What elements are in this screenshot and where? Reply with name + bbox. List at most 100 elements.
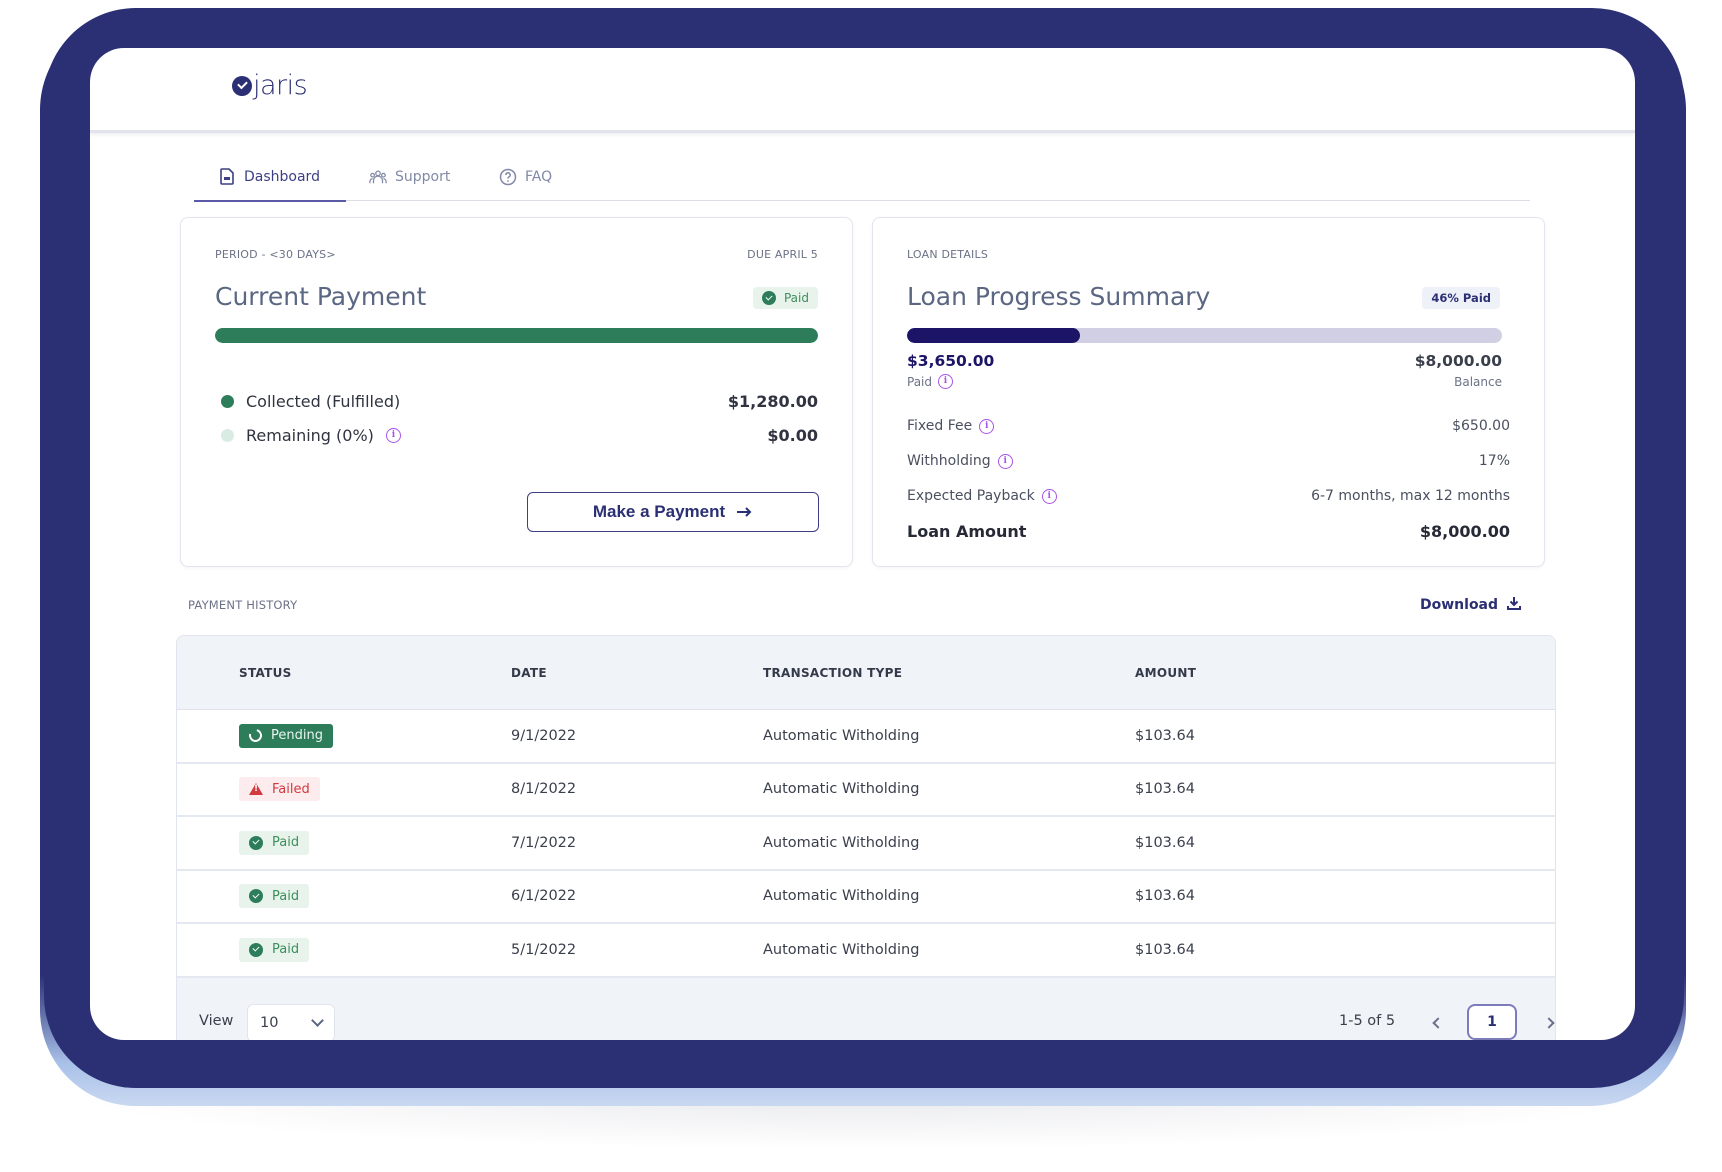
fixed-fee-row: Fixed Fee i $650.00 [907,418,1510,434]
percent-paid-badge: 46% Paid [1422,287,1500,309]
row-value: $8,000.00 [1419,522,1510,541]
col-date: DATE [511,666,547,680]
check-circle-icon [761,291,776,305]
cell-amount: $103.64 [1135,781,1195,798]
col-transaction-type: TRANSACTION TYPE [763,666,903,680]
cell-date: 7/1/2022 [511,834,577,851]
loan-progress-bar [907,328,1502,343]
table-body: Pending 9/1/2022 Automatic Witholding $103.… [177,710,1555,978]
tab-label: Dashboard [244,168,320,185]
cell-transaction-type: Automatic Witholding [763,781,920,798]
loan-progress-fill [907,328,1080,343]
paid-amount: $3,650.00 [907,352,995,370]
info-icon[interactable]: i [997,453,1013,469]
col-status: STATUS [239,666,292,680]
chevron-left-icon [1432,1017,1444,1029]
status-label: Pending [271,728,323,744]
tab-support[interactable]: Support [369,152,450,201]
current-payment-card: PERIOD - <30 DAYS> DUE APRIL 5 Current P… [180,217,853,567]
rows-per-page-select[interactable]: 10 [247,1004,335,1040]
loan-amount-row: Loan Amount $8,000.00 [907,522,1510,541]
question-circle-icon [499,168,517,186]
table-row: Paid 7/1/2022 Automatic Witholding $103.64 [177,817,1555,871]
document-icon [218,168,236,186]
paid-label-text: Paid [907,374,933,389]
row-label: Expected Payback [907,488,1035,504]
warning-icon [249,783,263,796]
table-footer: View 10 1-5 of 5 1 [177,992,1555,1040]
chevron-down-icon [311,1014,324,1027]
cell-amount: $103.64 [1135,888,1195,905]
cell-transaction-type: Automatic Witholding [763,834,920,851]
row-label: Loan Amount [907,522,1027,541]
app-header: jaris [90,48,1635,133]
make-payment-button[interactable]: Make a Payment [527,492,819,532]
info-icon[interactable]: i [979,418,995,434]
paid-label: Paid i [907,374,954,389]
status-label: Paid [272,835,300,851]
legend-label: Remaining (0%) [246,426,374,445]
expected-payback-row: Expected Payback i 6-7 months, max 12 mon… [907,488,1510,504]
balance-label: Balance [1454,375,1502,389]
legend-label: Collected (Fulfilled) [246,392,401,411]
col-amount: AMOUNT [1135,666,1197,680]
loan-details-label: LOAN DETAILS [907,248,989,261]
payment-history-table: STATUS DATE TRANSACTION TYPE AMOUNT Pend… [176,635,1556,1040]
cell-transaction-type: Automatic Witholding [763,888,920,905]
cell-transaction-type: Automatic Witholding [763,941,920,958]
table-header: STATUS DATE TRANSACTION TYPE AMOUNT [177,636,1555,710]
remaining-amount: $0.00 [767,426,818,445]
tab-faq[interactable]: FAQ [499,152,552,201]
status-badge: Paid [239,884,310,909]
card-title: Current Payment [215,282,427,311]
cell-date: 8/1/2022 [511,781,577,798]
cell-amount: $103.64 [1135,941,1195,958]
make-payment-label: Make a Payment [592,502,726,521]
cell-status: Paid [239,924,310,976]
collected-amount: $1,280.00 [727,392,818,411]
current-page-button[interactable]: 1 [1467,1004,1517,1040]
balance-amount: $8,000.00 [1414,352,1502,370]
cell-amount: $103.64 [1135,727,1195,744]
tab-label: FAQ [525,168,553,185]
check-circle-icon [249,942,263,957]
info-icon[interactable]: i [1041,488,1057,504]
logo-text: jaris [253,70,308,101]
status-badge: Pending [239,723,333,748]
logo[interactable]: jaris [232,70,308,101]
status-label: Paid [272,942,300,958]
status-label: Failed [272,781,310,797]
check-circle-icon [249,889,263,904]
app-screen: jaris Dashboard Support FAQ PERIOD - <30… [90,48,1635,1040]
chevron-right-icon [1543,1017,1555,1029]
rows-per-page-value: 10 [260,1015,279,1031]
cell-amount: $103.64 [1135,834,1195,851]
table-row: Failed 8/1/2022 Automatic Witholding $103.6… [177,763,1555,817]
card-title: Loan Progress Summary [907,282,1211,311]
row-label: Withholding [907,453,991,469]
download-button[interactable]: Download [1420,596,1522,614]
remaining-dot [221,429,234,442]
withholding-row: Withholding i 17% [907,453,1510,469]
info-icon[interactable]: i [385,428,401,443]
arrow-right-icon [737,502,753,522]
row-label: Fixed Fee [907,418,973,434]
payment-history-label: PAYMENT HISTORY [188,598,298,612]
download-icon [1507,596,1522,614]
cell-status: Failed [239,764,320,816]
status-badge: Paid [239,937,310,962]
nav-tabs: Dashboard Support FAQ [194,152,1530,202]
status-badge: Paid [239,830,310,855]
status-label: Paid [272,888,300,904]
loan-details-card: LOAN DETAILS Loan Progress Summary 46% P… [872,217,1545,567]
info-icon[interactable]: i [938,374,954,389]
tab-dashboard[interactable]: Dashboard [194,152,346,202]
previous-page-button[interactable] [1428,1012,1448,1034]
cell-status: Paid [239,871,310,923]
due-date: DUE APRIL 5 [747,248,818,261]
next-page-button[interactable] [1539,1012,1555,1034]
row-value: 17% [1478,453,1510,469]
legend-remaining: Remaining (0%) i [221,426,401,445]
table-row: Paid 5/1/2022 Automatic Witholding $103.64 [177,924,1555,978]
cell-status: Paid [239,817,310,869]
